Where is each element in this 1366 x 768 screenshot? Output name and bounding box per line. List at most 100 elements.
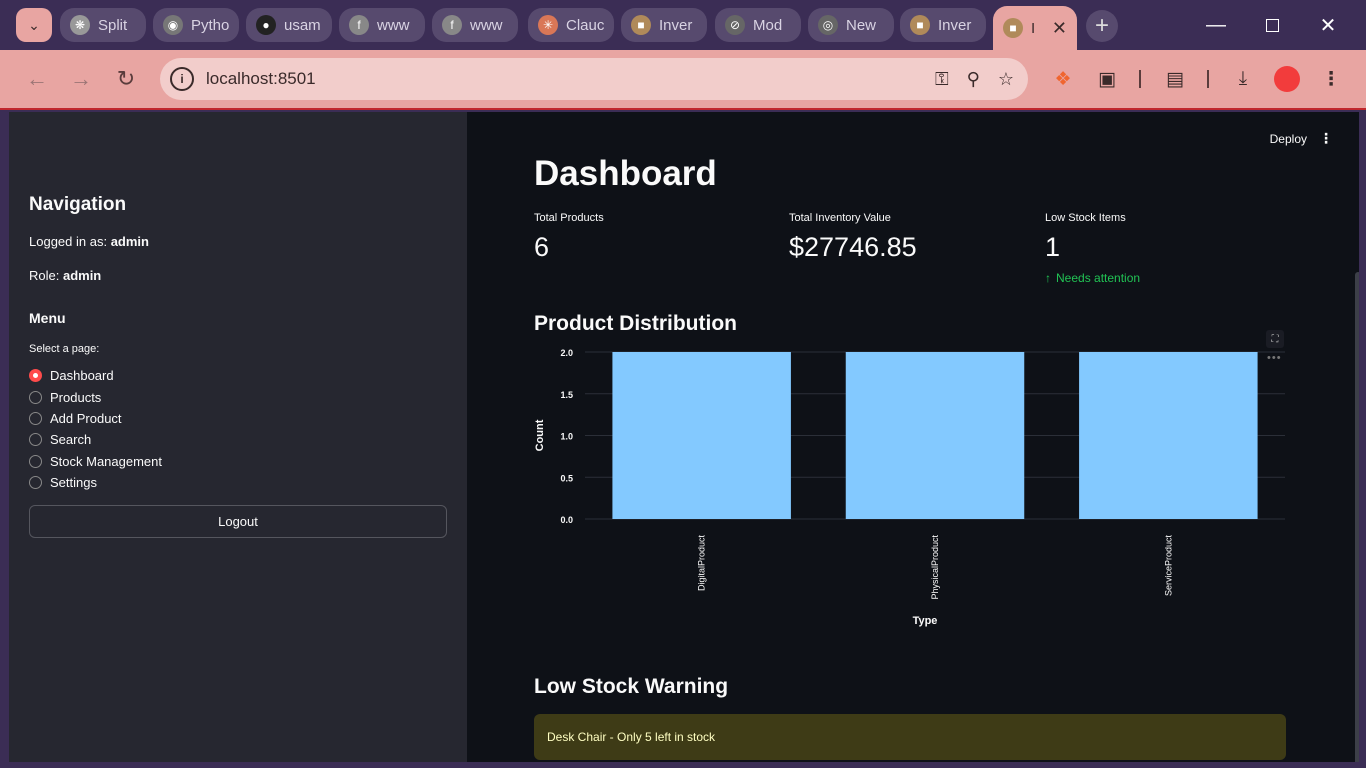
maximize-icon [1265,18,1279,32]
radio-button[interactable] [29,475,42,489]
back-button[interactable]: ← [22,64,52,94]
logged-in-text: Logged in as: admin [29,234,149,249]
distribution-heading: Product Distribution [534,312,737,335]
y-tick-label: 0.5 [560,473,573,483]
profile-avatar[interactable] [1274,66,1300,92]
page-option-label: Stock Management [50,453,163,469]
download-icon[interactable]: ⤓ [1228,64,1258,94]
radio-button[interactable] [29,454,42,468]
metric-inventory-value: Total Inventory Value $27746.85 [789,212,1029,263]
y-tick-label: 0.0 [560,515,573,525]
metric-label: Total Inventory Value [789,212,891,224]
fi-icon: f [442,15,462,35]
page-option-dashboard[interactable]: Dashboard [29,366,114,384]
tab-label: Clauc [566,16,605,34]
page-option-stock-management[interactable]: Stock Management [29,452,162,470]
bar [612,352,791,519]
deploy-button[interactable]: Deploy [1270,132,1307,146]
github-icon: ● [256,15,276,35]
x-tick-label: ServiceProduct [1163,535,1173,597]
slash-icon: ⊘ [725,15,745,35]
bar [845,352,1025,519]
page-option-label: Settings [50,474,97,490]
radio-button[interactable] [29,390,42,404]
tab-label: Inver [938,16,972,34]
tab-label: Split [98,16,128,34]
address-bar[interactable]: i localhost:8501 ⚿ ⚲ ☆ [160,58,1028,100]
browser-tab[interactable]: ■ Inver [900,8,986,42]
warning-text: Desk Chair - Only 5 left in stock [547,730,716,744]
app-menu-icon[interactable]: ⋮ [1319,130,1333,147]
claude-icon: ✳ [538,15,558,35]
browser-tab-strip: ⌄ ❋ Split ◉ Pytho ● usam f www f www ✳ Clauc ■ Inver ⊘… [0,0,1366,50]
browser-tab[interactable]: ❋ Split [60,8,146,42]
browser-tab[interactable]: ⊘ Mod [715,8,801,42]
minimize-button[interactable]: — [1196,10,1236,40]
new-tab-button[interactable]: + [1086,10,1118,42]
star-icon[interactable]: ☆ [998,69,1014,90]
page-option-label: Search [50,431,92,447]
tab-label: Pytho [191,16,230,34]
main-scrollbar[interactable] [1355,272,1359,762]
puzzle-icon[interactable]: ▣ [1092,64,1122,94]
browser-tab[interactable]: ◎ New [808,8,894,42]
site-info-icon[interactable]: i [170,67,194,91]
tab-label: Inver [659,16,693,34]
arrow-left-icon: ← [26,66,48,91]
radio-button[interactable] [29,411,42,425]
radio-button[interactable] [29,368,42,382]
fullscreen-icon: ⛶ [1271,333,1279,345]
browser-menu-icon[interactable]: ⋮ [1316,64,1346,94]
main-content: Deploy ⋮ Dashboard Total Products 6 Tota… [467,112,1359,762]
zoom-icon[interactable]: ⚲ [967,69,980,90]
plus-icon: + [1094,12,1109,39]
maximize-button[interactable] [1252,10,1292,40]
forward-button[interactable]: → [66,64,96,94]
browser-tab[interactable]: f www [339,8,425,42]
y-tick-label: 1.5 [560,390,573,400]
close-icon: ✕ [1319,14,1337,37]
y-tick-label: 1.0 [560,432,573,442]
browser-tab[interactable]: ✳ Clauc [528,8,614,42]
reload-icon: ↻ [116,66,136,91]
logout-button[interactable]: Logout [29,505,447,538]
metric-value: 1 [1045,232,1061,262]
page-option-settings[interactable]: Settings [29,473,97,491]
metric-delta-text: Needs attention [1056,271,1141,285]
box-icon: ■ [1003,18,1023,38]
openai-icon: ❋ [70,15,90,35]
browser-tab[interactable]: ■ I ✕ [993,6,1077,50]
key-icon[interactable]: ⚿ [935,69,949,90]
tab-label: New [846,16,877,34]
select-page-label: Select a page: [29,343,100,355]
username: admin [110,234,149,249]
page-option-add-product[interactable]: Add Product [29,409,122,427]
reading-mode-icon[interactable]: ▤ [1160,64,1190,94]
arrow-right-icon: → [70,66,92,91]
page-option-products[interactable]: Products [29,388,101,406]
toolbar-divider [1207,70,1209,88]
chrome-icon: ◎ [818,15,838,35]
page-title: Dashboard [534,154,717,193]
page-option-label: Add Product [50,410,122,426]
extension-icon[interactable]: ❖ [1048,64,1078,94]
product-distribution-chart: 0.0 0.5 1.0 1.5 2.0 DigitalProduct PhysicalPro… [534,348,1285,627]
radio-button[interactable] [29,432,42,446]
x-axis-label: Type [913,615,938,627]
y-axis-label: Count [534,419,546,451]
metric-value: 6 [534,232,550,262]
browser-tab[interactable]: ● usam [246,8,332,42]
page-option-search[interactable]: Search [29,430,91,448]
browser-tab[interactable]: ■ Inver [621,8,707,42]
browser-tab[interactable]: f www [432,8,518,42]
x-tick-label: PhysicalProduct [930,535,940,600]
tab-label: usam [284,16,321,34]
close-tab-icon[interactable]: ✕ [1052,18,1067,39]
metric-total-products: Total Products 6 [534,212,774,263]
y-tick-label: 2.0 [560,348,573,358]
browser-tab[interactable]: ◉ Pytho [153,8,239,42]
close-window-button[interactable]: ✕ [1308,10,1348,40]
tab-label: www [377,16,410,34]
tab-search-button[interactable]: ⌄ [16,8,52,42]
reload-button[interactable]: ↻ [111,64,141,94]
